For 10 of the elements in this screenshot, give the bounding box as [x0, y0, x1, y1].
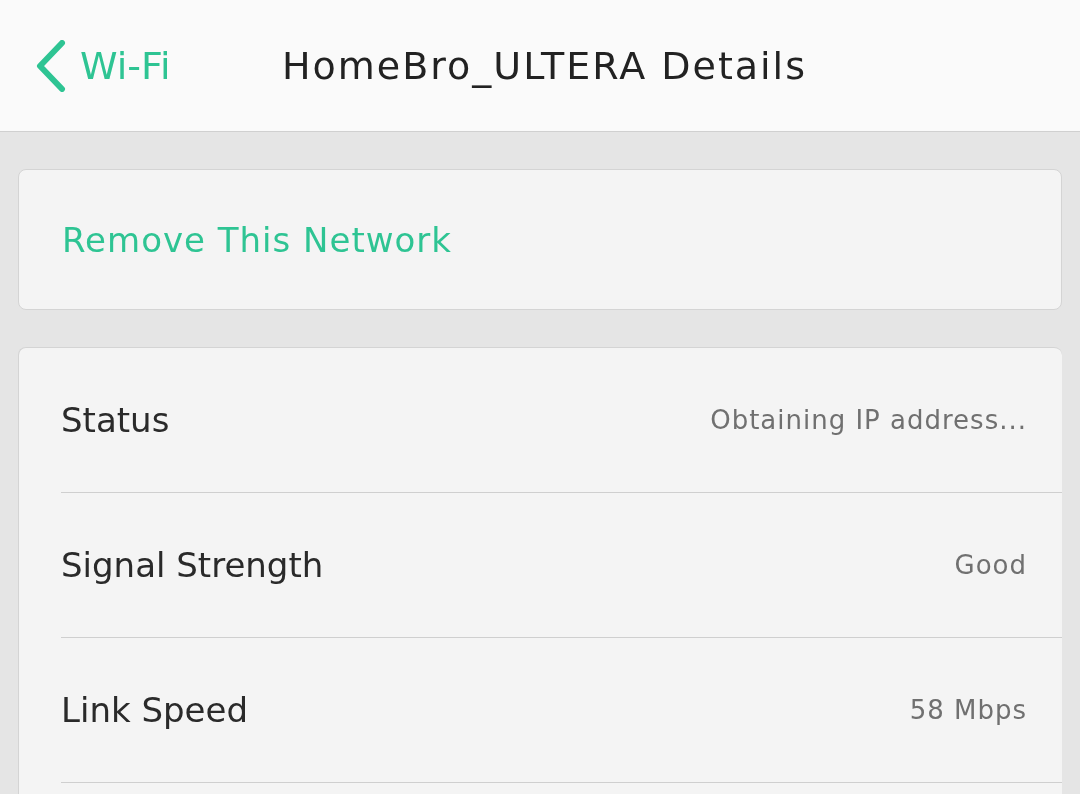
detail-label: Status: [61, 400, 170, 440]
detail-value: Obtaining IP address...: [710, 405, 1027, 435]
detail-value: 58 Mbps: [909, 695, 1027, 725]
remove-network-button[interactable]: Remove This Network: [62, 219, 453, 260]
detail-label: Signal Strength: [61, 545, 324, 585]
detail-label: Link Speed: [61, 690, 249, 730]
detail-value: Good: [954, 550, 1027, 580]
back-chevron-icon: [36, 39, 66, 92]
back-button[interactable]: Wi-Fi: [36, 39, 282, 92]
page-title: HomeBro_ULTERA Details: [282, 43, 807, 88]
